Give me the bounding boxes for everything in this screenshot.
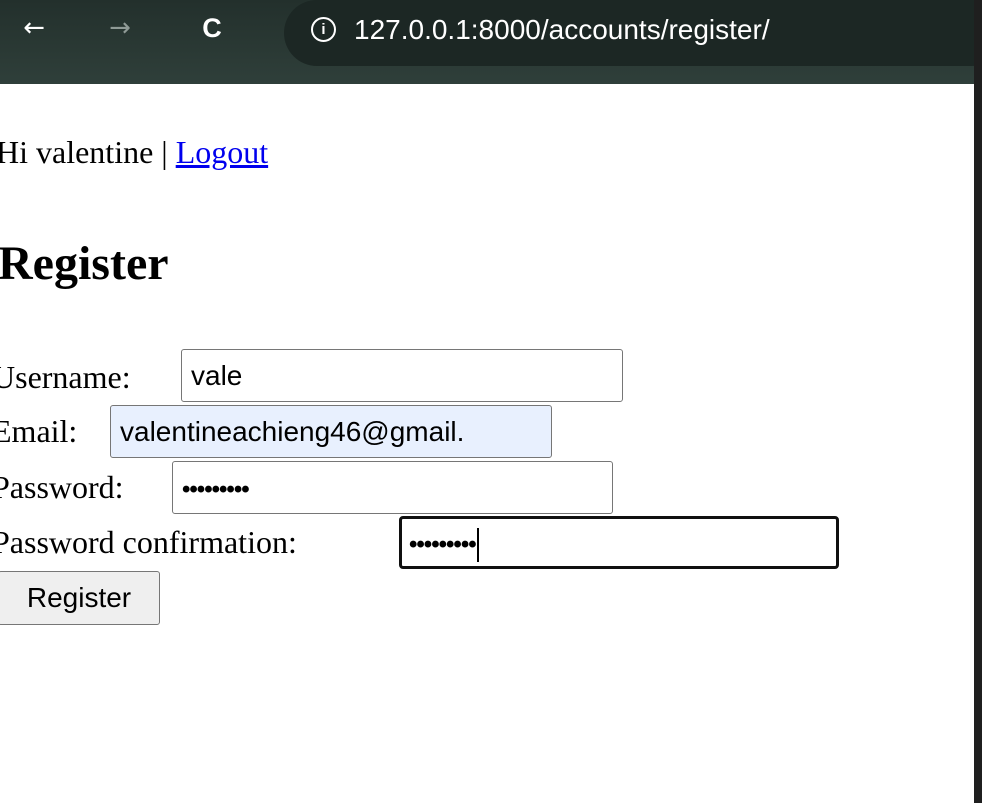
- username-label: Username:: [0, 359, 131, 395]
- email-label: Email:: [0, 413, 78, 449]
- site-info-icon[interactable]: i: [311, 17, 336, 42]
- user-greeting-bar: Hi valentine | Logout: [0, 130, 268, 174]
- page-title: Register: [0, 237, 169, 290]
- username-input[interactable]: vale: [181, 349, 623, 402]
- reload-icon[interactable]: C: [192, 8, 232, 48]
- password-confirmation-label: Password confirmation:: [0, 524, 297, 560]
- url-text[interactable]: 127.0.0.1:8000/accounts/register/: [354, 10, 770, 50]
- greeting-separator: |: [153, 134, 176, 170]
- greeting-text: Hi valentine: [0, 134, 154, 170]
- password-confirmation-input[interactable]: •••••••••: [399, 516, 839, 569]
- forward-icon[interactable]: →: [100, 8, 140, 48]
- register-button[interactable]: Register: [0, 571, 160, 625]
- password-value: •••••••••: [182, 476, 250, 503]
- password-confirmation-value: •••••••••: [409, 531, 477, 558]
- password-label: Password:: [0, 469, 124, 505]
- text-caret: [476, 527, 479, 562]
- back-icon[interactable]: ←: [14, 8, 54, 48]
- window-edge: [974, 0, 982, 803]
- logout-link[interactable]: Logout: [176, 134, 268, 170]
- username-value: vale: [191, 360, 243, 391]
- password-input[interactable]: •••••••••: [172, 461, 613, 514]
- email-value: valentineachieng46@gmail.: [120, 416, 465, 447]
- email-input[interactable]: valentineachieng46@gmail.: [110, 405, 552, 458]
